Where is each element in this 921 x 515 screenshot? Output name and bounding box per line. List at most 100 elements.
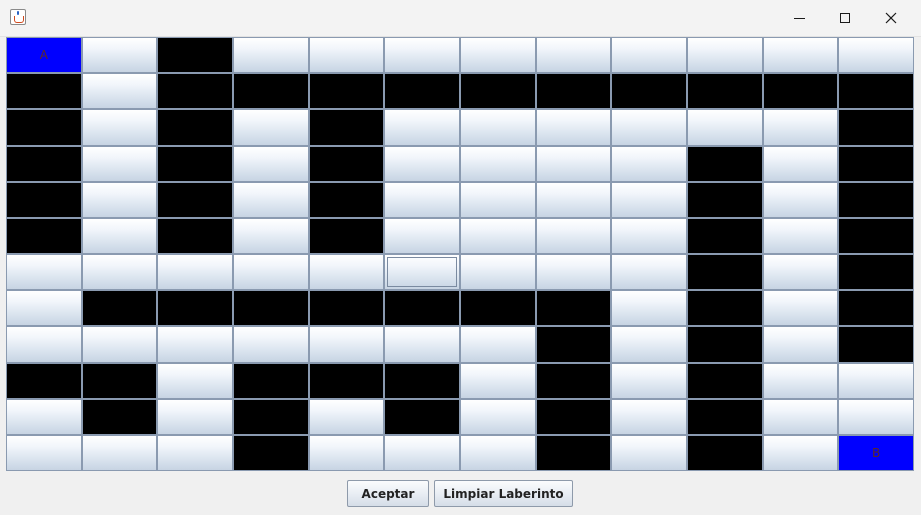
maze-cell-path[interactable] [460, 255, 535, 290]
maze-cell-wall[interactable] [687, 399, 762, 434]
maze-cell-path[interactable] [536, 38, 611, 73]
maze-cell-path[interactable] [309, 435, 384, 470]
maze-cell-wall[interactable] [309, 146, 384, 181]
maze-cell-path[interactable] [7, 291, 81, 326]
maze-cell-path[interactable] [460, 435, 535, 470]
maze-cell-wall[interactable] [309, 110, 384, 145]
maze-cell-path[interactable] [763, 291, 838, 326]
maze-cell-wall[interactable] [839, 110, 913, 145]
maze-cell-path[interactable] [536, 218, 611, 253]
maze-cell-wall[interactable] [82, 291, 157, 326]
maze-cell-wall[interactable] [233, 291, 308, 326]
maze-cell-path[interactable] [612, 399, 686, 434]
maze-cell-wall[interactable] [158, 110, 232, 145]
maze-cell-wall[interactable] [687, 363, 762, 398]
maze-cell-wall[interactable] [7, 182, 81, 217]
maze-cell-path[interactable] [82, 327, 157, 362]
maze-cell-wall[interactable] [839, 327, 913, 362]
maze-cell-path[interactable] [460, 182, 535, 217]
maze-cell-path[interactable] [460, 110, 535, 145]
maze-cell-path[interactable] [385, 327, 459, 362]
maze-cell-path[interactable] [612, 218, 686, 253]
maze-cell-wall[interactable] [687, 255, 762, 290]
maze-cell-path[interactable] [385, 110, 459, 145]
maze-cell-path[interactable] [687, 110, 762, 145]
maze-cell-wall[interactable] [839, 218, 913, 253]
minimize-button[interactable] [776, 0, 822, 36]
maze-cell-path[interactable] [233, 327, 308, 362]
close-button[interactable] [868, 0, 914, 36]
maze-cell-path[interactable] [839, 363, 913, 398]
maze-cell-path[interactable] [309, 399, 384, 434]
maze-cell-wall[interactable] [687, 435, 762, 470]
maze-cell-wall[interactable] [309, 74, 384, 109]
maze-cell-wall[interactable] [309, 182, 384, 217]
maze-cell-start[interactable]: A [7, 38, 81, 73]
maze-cell-path[interactable] [763, 363, 838, 398]
maze-cell-wall[interactable] [7, 363, 81, 398]
maze-cell-wall[interactable] [309, 363, 384, 398]
maze-cell-path[interactable] [385, 38, 459, 73]
maze-cell-wall[interactable] [536, 327, 611, 362]
maze-cell-path[interactable] [82, 435, 157, 470]
maze-cell-wall[interactable] [233, 74, 308, 109]
maze-cell-path[interactable] [233, 38, 308, 73]
maze-cell-wall[interactable] [7, 218, 81, 253]
maze-cell-wall[interactable] [309, 218, 384, 253]
maze-cell-wall[interactable] [82, 399, 157, 434]
maze-cell-wall[interactable] [460, 74, 535, 109]
maze-cell-wall[interactable] [385, 74, 459, 109]
maze-cell-wall[interactable] [839, 291, 913, 326]
maze-cell-path[interactable] [763, 38, 838, 73]
maze-cell-path[interactable] [763, 182, 838, 217]
maze-cell-wall[interactable] [309, 291, 384, 326]
maze-cell-wall[interactable] [536, 363, 611, 398]
maze-cell-path[interactable] [839, 38, 913, 73]
maze-cell-path[interactable] [82, 110, 157, 145]
clear-maze-button[interactable]: Limpiar Laberinto [434, 480, 573, 507]
maze-cell-path[interactable] [82, 182, 157, 217]
maze-cell-path[interactable] [7, 435, 81, 470]
maze-cell-wall[interactable] [158, 218, 232, 253]
maze-cell-path[interactable] [233, 110, 308, 145]
maze-cell-path[interactable] [233, 146, 308, 181]
maze-cell-wall[interactable] [839, 146, 913, 181]
maze-cell-path[interactable] [460, 38, 535, 73]
maze-cell-path[interactable] [385, 182, 459, 217]
maze-cell-path[interactable] [158, 255, 232, 290]
maze-cell-path[interactable] [385, 218, 459, 253]
maze-cell-path[interactable] [7, 327, 81, 362]
maze-cell-wall[interactable] [460, 291, 535, 326]
maze-cell-path[interactable] [385, 435, 459, 470]
maze-cell-path[interactable] [158, 327, 232, 362]
maze-cell-path[interactable] [536, 255, 611, 290]
maze-cell-wall[interactable] [7, 74, 81, 109]
maze-cell-path[interactable] [612, 146, 686, 181]
maze-cell-path[interactable] [158, 435, 232, 470]
maze-cell-path[interactable] [763, 327, 838, 362]
maze-cell-wall[interactable] [839, 182, 913, 217]
maze-cell-wall[interactable] [536, 74, 611, 109]
maze-cell-wall[interactable] [612, 74, 686, 109]
maze-cell-wall[interactable] [158, 74, 232, 109]
maze-cell-wall[interactable] [233, 363, 308, 398]
maze-cell-wall[interactable] [536, 399, 611, 434]
maze-cell-path[interactable] [82, 74, 157, 109]
maze-cell-path[interactable] [839, 399, 913, 434]
maze-cell-path[interactable] [309, 38, 384, 73]
maze-cell-path[interactable] [612, 182, 686, 217]
maze-cell-wall[interactable] [82, 363, 157, 398]
maze-cell-wall[interactable] [385, 399, 459, 434]
maze-cell-path[interactable] [233, 218, 308, 253]
maze-cell-path[interactable] [460, 146, 535, 181]
maze-cell-wall[interactable] [7, 146, 81, 181]
maze-cell-wall[interactable] [763, 74, 838, 109]
maze-cell-path[interactable] [158, 399, 232, 434]
maze-cell-wall[interactable] [687, 146, 762, 181]
maze-cell-path[interactable] [7, 399, 81, 434]
maze-cell-path[interactable] [612, 435, 686, 470]
maze-cell-wall[interactable] [385, 291, 459, 326]
maze-cell-path[interactable] [612, 38, 686, 73]
maze-cell-path[interactable] [385, 146, 459, 181]
maze-cell-path[interactable] [536, 182, 611, 217]
